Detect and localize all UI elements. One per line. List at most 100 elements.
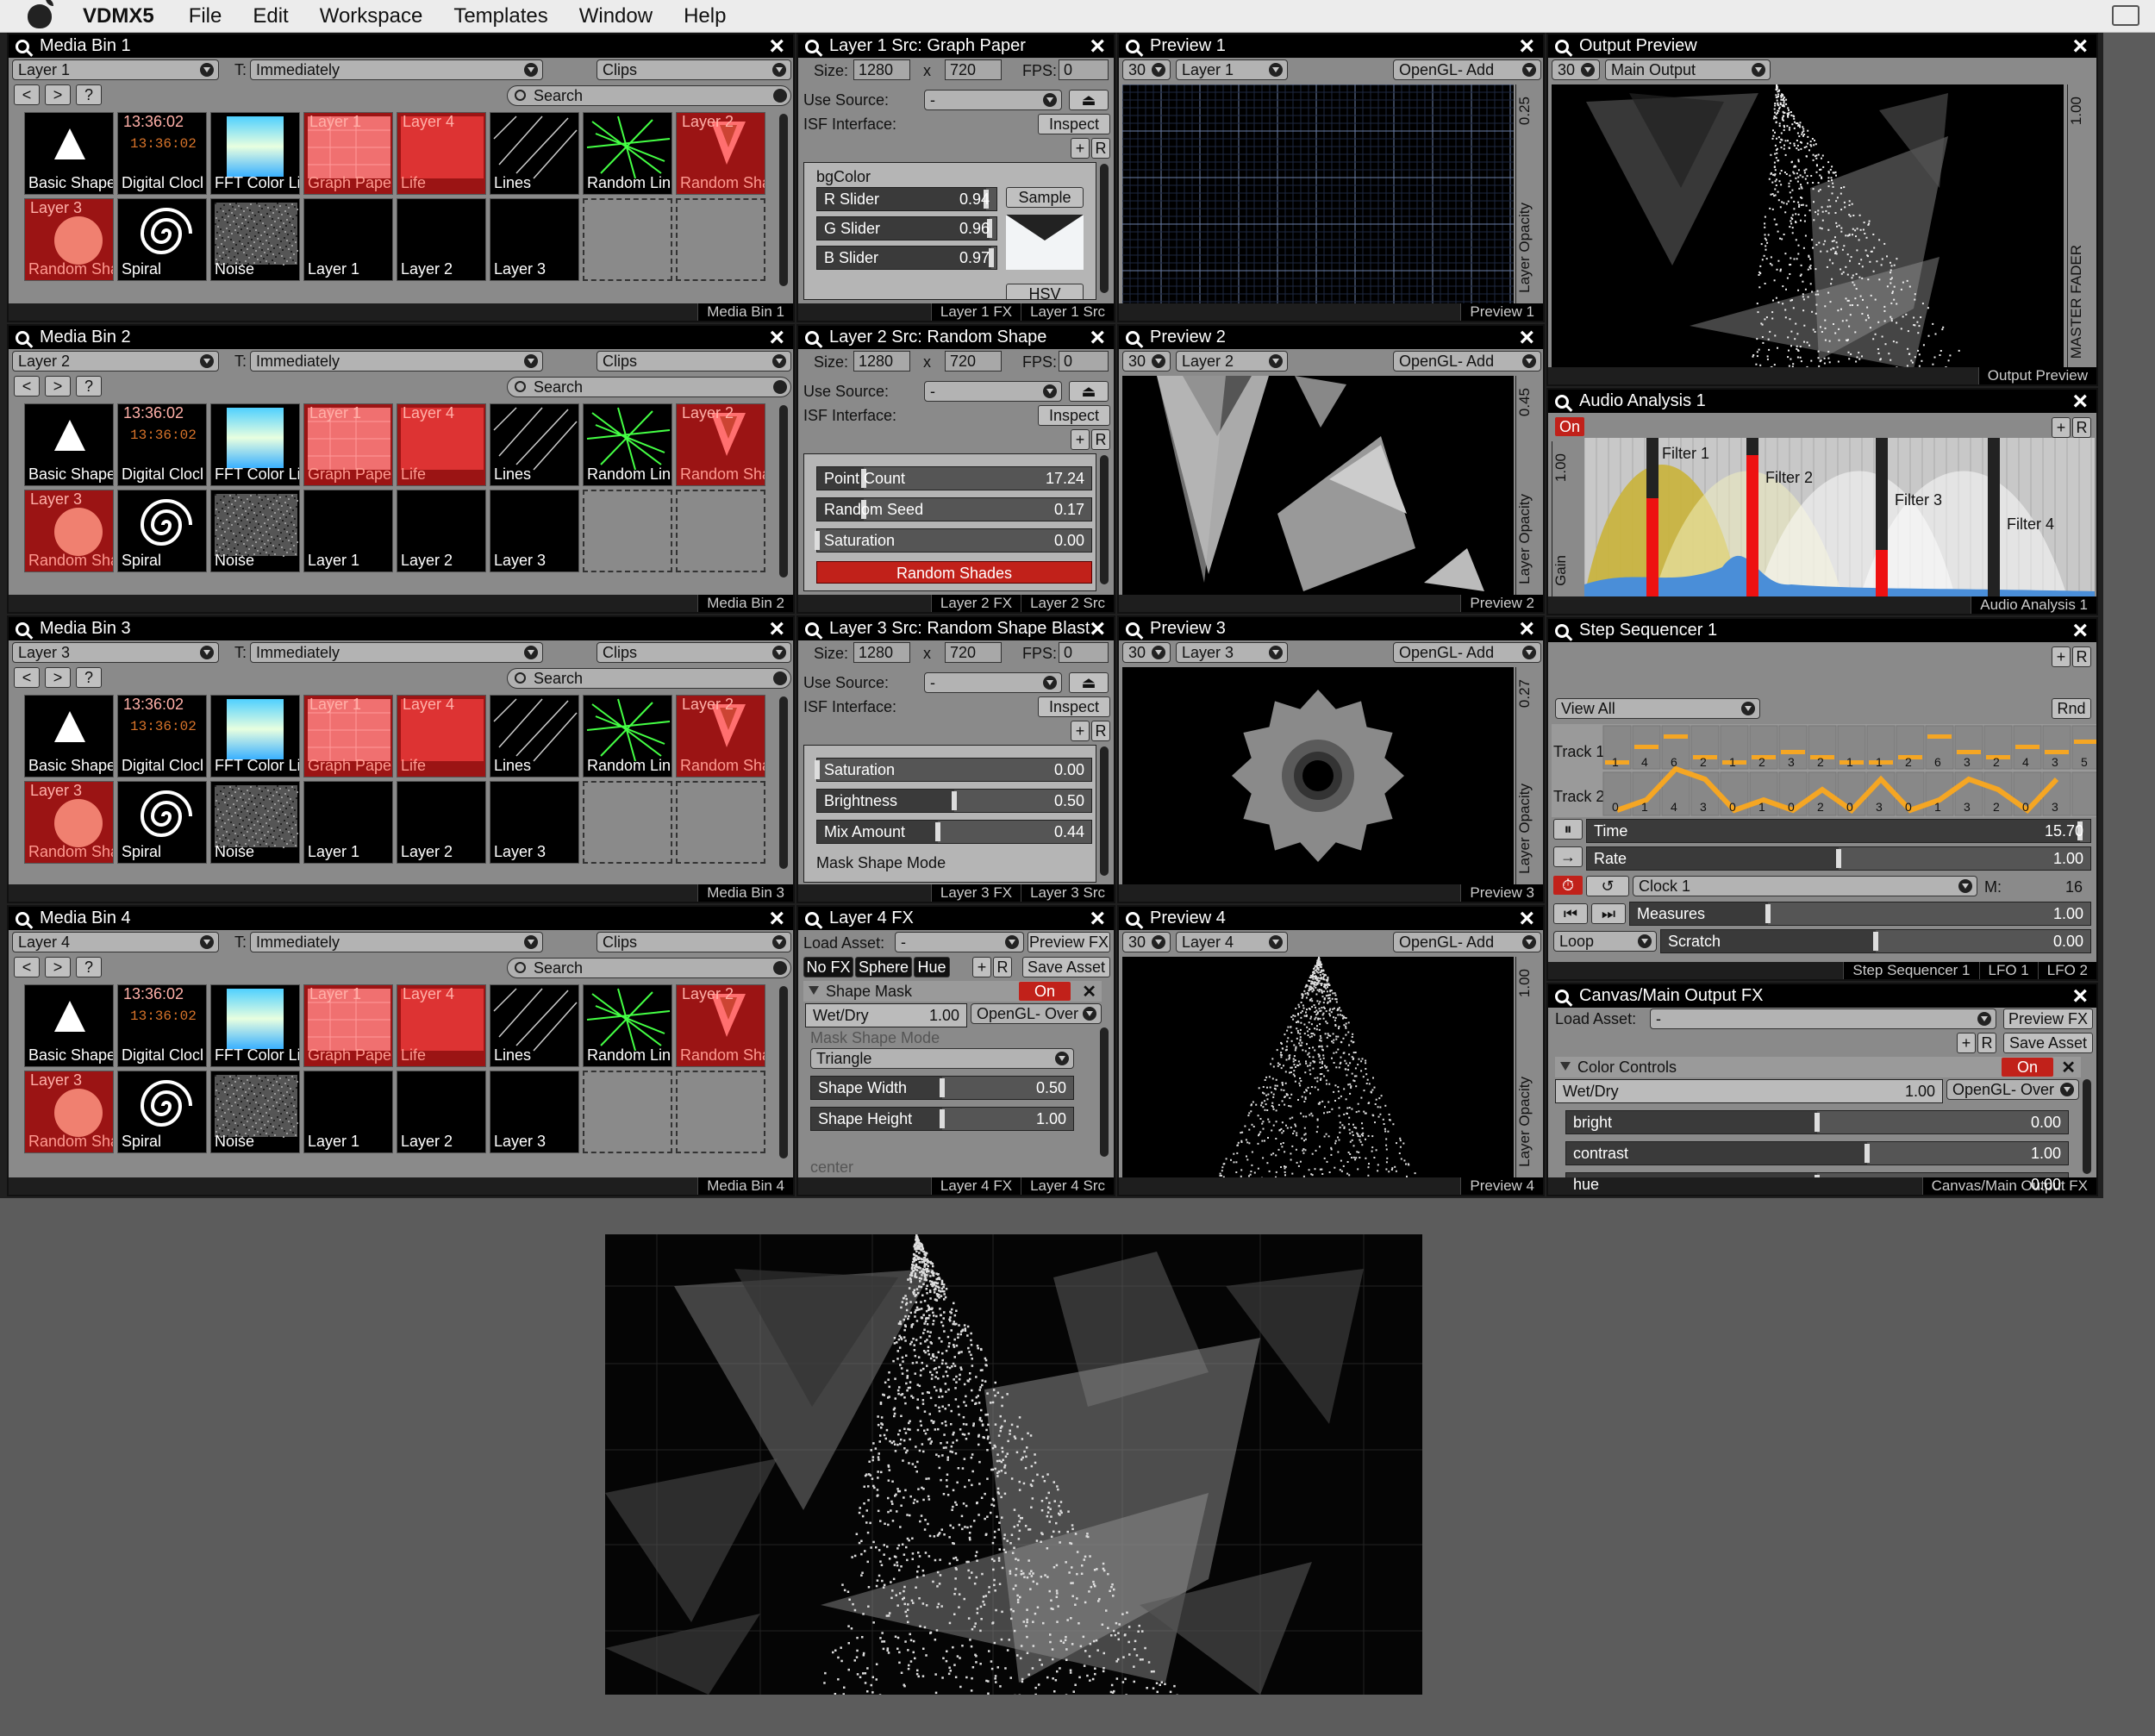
magnifier-icon[interactable]	[16, 621, 29, 636]
clip-tile[interactable]: Layer 2 Random Sha	[676, 403, 765, 486]
clip-tile[interactable]: Layer 2	[397, 781, 486, 864]
eject-button[interactable]: ⏏	[1069, 381, 1109, 402]
clip-tile[interactable]: Spiral	[117, 1071, 207, 1153]
layer-select[interactable]: Layer 1	[12, 59, 219, 80]
layer-source-footer-tab[interactable]: Layer 1 FX	[930, 303, 1021, 321]
search-input[interactable]: Search	[507, 668, 791, 689]
eject-button[interactable]: ⏏	[1069, 672, 1109, 693]
preview-footer-tab[interactable]: Preview 2	[1460, 595, 1543, 612]
clip-tile[interactable]: Random Lin	[583, 112, 672, 195]
fps-field[interactable]: 0	[1059, 642, 1109, 663]
layer-select[interactable]: Layer 4	[1176, 932, 1288, 952]
search-input[interactable]: Search	[507, 377, 791, 397]
menu-window[interactable]: Window	[579, 4, 653, 28]
layer-source-footer-tab[interactable]: Layer 3 Src	[1021, 884, 1114, 902]
preview-titlebar[interactable]: Preview 4 ×	[1119, 907, 1543, 933]
clip-tile[interactable]	[583, 490, 672, 572]
audio-analysis-footer-tab[interactable]: Audio Analysis 1	[1971, 596, 2096, 614]
blend-mode-select[interactable]: OpenGL- Add	[1393, 642, 1541, 663]
use-source-select[interactable]: -	[924, 90, 1062, 110]
fps-select[interactable]: 30	[1122, 351, 1171, 372]
layer-fx-titlebar[interactable]: Layer 4 FX ×	[798, 907, 1114, 933]
param-slider[interactable]: contrast 1.00	[1565, 1141, 2069, 1165]
scrollbar[interactable]	[1100, 164, 1109, 293]
layer-select[interactable]: Layer 3	[12, 642, 219, 663]
clip-tile[interactable]: FFT Color Li	[210, 984, 300, 1067]
clip-tile[interactable]: Lines	[490, 112, 579, 195]
close-icon[interactable]: ×	[1090, 907, 1105, 934]
clip-tile[interactable]: Layer 4 Life	[397, 695, 486, 777]
next-button[interactable]: >	[45, 957, 71, 977]
loop-select[interactable]: Loop	[1553, 931, 1657, 952]
close-icon[interactable]: ×	[1090, 617, 1105, 644]
clip-tile[interactable]: Basic Shape	[24, 403, 114, 486]
scrollbar[interactable]	[1100, 746, 1109, 876]
param-slider-knob[interactable]	[940, 1078, 945, 1097]
clip-tile[interactable]: Layer 2	[397, 490, 486, 572]
param-slider-knob[interactable]	[815, 760, 820, 779]
preview-titlebar[interactable]: Preview 2 ×	[1119, 326, 1543, 352]
layer-select[interactable]: Layer 4	[12, 932, 219, 952]
fps-select[interactable]: 30	[1122, 932, 1171, 952]
rewind-button[interactable]: ⏮	[1553, 903, 1588, 924]
clip-tile[interactable]: Spiral	[117, 490, 207, 572]
next-button[interactable]: >	[45, 84, 71, 105]
layer-opacity-slider[interactable]: 1.00 Layer Opacity	[1515, 957, 1543, 1177]
magnifier-icon[interactable]	[805, 39, 819, 53]
close-icon[interactable]: ×	[769, 34, 784, 61]
param-slider[interactable]: Shape Height 1.00	[810, 1107, 1074, 1131]
preview-footer-tab[interactable]: Preview 4	[1460, 1177, 1543, 1195]
clip-tile[interactable]: Layer 4 Life	[397, 984, 486, 1067]
fps-select[interactable]: 30	[1552, 59, 1600, 80]
clip-tile[interactable]: Layer 3	[490, 781, 579, 864]
menu-file[interactable]: File	[189, 4, 222, 28]
clip-tile[interactable]: Layer 4 Life	[397, 403, 486, 486]
close-icon[interactable]: ×	[1519, 617, 1534, 644]
prev-button[interactable]: <	[14, 84, 40, 105]
clip-tile[interactable]: Spiral	[117, 781, 207, 864]
clip-tile[interactable]	[676, 490, 765, 572]
save-asset-button[interactable]: Save Asset	[1022, 957, 1110, 977]
media-bin-footer-tab[interactable]: Media Bin 1	[697, 303, 793, 321]
width-field[interactable]: 1280	[853, 351, 910, 372]
fps-select[interactable]: 30	[1122, 642, 1171, 663]
clip-tile[interactable]: FFT Color Li	[210, 112, 300, 195]
param-slider-knob[interactable]	[1815, 1113, 1820, 1132]
add-button[interactable]: +	[2052, 646, 2071, 667]
clip-tile[interactable]: Layer 1 Graph Pape	[303, 112, 393, 195]
layer-source-titlebar[interactable]: Layer 1 Src: Graph Paper ×	[798, 34, 1114, 60]
clip-tile[interactable]: Spiral	[117, 198, 207, 281]
param-slider-knob[interactable]	[940, 1109, 945, 1128]
disclosure-triangle-icon[interactable]	[1560, 1062, 1571, 1071]
param-slider[interactable]: Shape Width 0.50	[810, 1076, 1074, 1100]
reset-button[interactable]: R	[1091, 429, 1110, 450]
param-slider-knob[interactable]	[952, 791, 957, 810]
add-button[interactable]: +	[1957, 1033, 1976, 1053]
scrollbar[interactable]	[2083, 1079, 2091, 1174]
clip-tile[interactable]	[676, 781, 765, 864]
magnifier-icon[interactable]	[1126, 911, 1140, 926]
close-icon[interactable]: ×	[2072, 34, 2088, 61]
menu-edit[interactable]: Edit	[253, 4, 288, 28]
fx-tab[interactable]: Sphere	[855, 957, 912, 977]
blend-mode-select[interactable]: OpenGL- Over	[1946, 1079, 2079, 1100]
clip-tile[interactable]: Noise	[210, 198, 300, 281]
clip-tile[interactable]: Lines	[490, 984, 579, 1067]
measures-slider-knob[interactable]	[1765, 904, 1771, 923]
search-input[interactable]: Search	[507, 85, 791, 106]
next-button[interactable]: >	[45, 667, 71, 688]
media-bin-footer-tab[interactable]: Media Bin 4	[697, 1177, 793, 1195]
reset-button[interactable]: R	[1977, 1033, 1996, 1053]
close-icon[interactable]: ×	[1090, 326, 1105, 353]
canvas-fx-footer-tab[interactable]: Canvas/Main Output FX	[1921, 1177, 2096, 1195]
remove-effect-icon[interactable]: ✕	[1082, 981, 1096, 1002]
effect-on-toggle[interactable]: On	[2002, 1058, 2053, 1077]
close-icon[interactable]: ×	[1519, 34, 1534, 61]
effect-header[interactable]: Color Controls On ✕	[1555, 1057, 2081, 1077]
clip-tile[interactable]: Noise	[210, 1071, 300, 1153]
param-slider-knob[interactable]	[815, 531, 820, 550]
step-sequencer-footer-tab[interactable]: Step Sequencer 1	[1843, 962, 1979, 979]
menu-workspace[interactable]: Workspace	[320, 4, 423, 28]
clear-icon[interactable]	[773, 671, 787, 685]
gain-slider[interactable]: 1.00 Gain	[1552, 441, 1581, 596]
